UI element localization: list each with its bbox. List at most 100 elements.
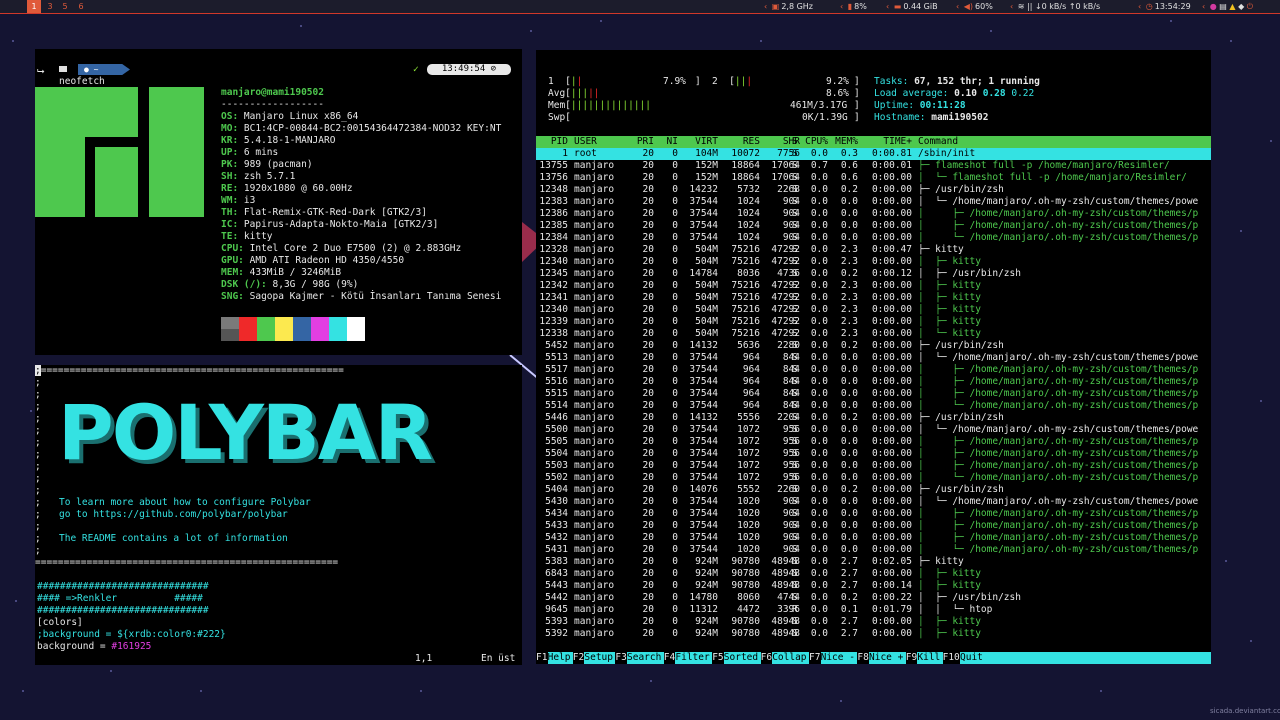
cell: 20 [642,460,654,471]
process-row[interactable]: 5392 manjaro 20 0 924M 90780 48948 S 0.0 2.7 0:00.… [536,628,1211,640]
process-row[interactable]: 5443 manjaro 20 0 924M 90780 48948 S 0.0 2.7 0:00.… [536,580,1211,592]
process-row[interactable]: 12348 manjaro 20 0 14232 5732 2268 S 0.0 0.2 0:00.… [536,184,1211,196]
fkey-nice-button[interactable]: Nice - [820,652,858,664]
column-header[interactable]: Command [918,136,1211,148]
process-row[interactable]: 9645 manjaro 20 0 11312 4472 3396 R 0.0 0.1 0:01.7… [536,604,1211,616]
process-row[interactable]: 5432 manjaro 20 0 37544 1020 904 S 0.0 0.0 0:00.00… [536,532,1211,544]
process-row[interactable]: 5514 manjaro 20 0 37544 964 844 S 0.0 0.0 0:00.00 │… [536,400,1211,412]
process-row[interactable]: 5500 manjaro 20 0 37544 1072 956 S 0.0 0.0 0:00.00… [536,424,1211,436]
process-row[interactable]: 5446 manjaro 20 0 14132 5556 2204 S 0.0 0.2 0:00.0… [536,412,1211,424]
process-row[interactable]: 1 root 20 0 104M 10072 7756 S 0.0 0.3 0:00.81/sbin… [536,148,1211,160]
fkey-help-button[interactable]: Help [547,652,573,664]
workspace-5[interactable]: 5 [58,0,72,13]
cell: manjaro [574,184,615,195]
cell: S [792,568,798,579]
cell: 14232 [689,184,718,195]
process-row[interactable]: 5503 manjaro 20 0 37544 1072 956 S 0.0 0.0 0:00.00… [536,460,1211,472]
column-header[interactable]: USER [574,136,624,148]
process-row[interactable]: 5504 manjaro 20 0 37544 1072 956 S 0.0 0.0 0:00.00… [536,448,1211,460]
cell: 75216 [731,244,760,255]
fkey-code[interactable]: F8 [857,652,869,664]
process-row[interactable]: 5516 manjaro 20 0 37544 964 844 S 0.0 0.0 0:00.00 │… [536,376,1211,388]
comment-marker: ; [35,473,41,484]
fkey-setup-button[interactable]: Setup [584,652,616,664]
process-row[interactable]: 5502 manjaro 20 0 37544 1072 956 S 0.0 0.0 0:00.00… [536,472,1211,484]
fkey-code[interactable]: F3 [615,652,627,664]
fkey-code[interactable]: F2 [572,652,585,664]
process-row[interactable]: 12340 manjaro 20 0 504M 75216 47292 S 0.0 2.3 0:00… [536,256,1211,268]
column-header[interactable]: RES [724,136,760,148]
memory-module: ‹ ▬ 0.44 GiB [886,2,938,11]
fkey-collap-button[interactable]: Collap [772,652,809,664]
fkey-code[interactable]: F4 [663,652,676,664]
vim-editor[interactable]: ;=======================================… [35,365,522,665]
process-row[interactable]: 12340 manjaro 20 0 504M 75216 47292 S 0.0 2.3 0:00… [536,304,1211,316]
process-row[interactable]: 5513 manjaro 20 0 37544 964 844 S 0.0 0.0 0:00.00 │… [536,352,1211,364]
process-row[interactable]: 5383 manjaro 20 0 924M 90780 48948 S 0.0 2.7 0:02.… [536,556,1211,568]
fkey-kill-button[interactable]: Kill [917,652,943,664]
column-header[interactable]: NI [664,136,678,148]
fkey-code[interactable]: F10 [942,652,960,664]
column-header[interactable]: PRI [630,136,654,148]
column-header[interactable]: S [792,136,800,148]
process-row[interactable]: 5404 manjaro 20 0 14076 5552 2260 S 0.0 0.2 0:00.0… [536,484,1211,496]
column-header[interactable]: TIME+ [862,136,912,148]
column-header[interactable]: CPU% [802,136,828,148]
trash-tray-icon[interactable]: ▤ [1219,2,1227,11]
shield-tray-icon[interactable]: ◆ [1238,2,1244,11]
process-row[interactable]: 12339 manjaro 20 0 504M 75216 47292 S 0.0 2.3 0:00… [536,316,1211,328]
system-tray[interactable]: ‹ ● ▤ ▲ ◆ ⏻ [1202,0,1277,13]
fkey-filter-button[interactable]: Filter [675,652,713,664]
process-row[interactable]: 12342 manjaro 20 0 504M 75216 47292 S 0.0 2.3 0:00… [536,280,1211,292]
process-row[interactable]: 5452 manjaro 20 0 14132 5636 2280 S 0.0 0.2 0:00.0… [536,340,1211,352]
fkey-code[interactable]: F5 [712,652,724,664]
volume-module[interactable]: ‹ ◀) 60% [956,0,993,13]
column-header[interactable]: VIRT [684,136,718,148]
warning-tray-icon[interactable]: ▲ [1229,2,1235,11]
fkey-code[interactable]: F9 [905,652,918,664]
process-row[interactable]: 5393 manjaro 20 0 924M 90780 48948 S 0.0 2.7 0:00.… [536,616,1211,628]
process-row[interactable]: 12383 manjaro 20 0 37544 1024 904 S 0.0 0.0 0:00.0… [536,196,1211,208]
cell: manjaro [574,556,615,567]
column-header[interactable]: PID [538,136,568,148]
fkey-quit-button[interactable]: Quit [960,652,1211,664]
column-header[interactable]: MEM% [832,136,858,148]
wifi-icon: ≋ [1017,2,1025,11]
fkey-search-button[interactable]: Search [627,652,664,664]
process-row[interactable]: 12341 manjaro 20 0 504M 75216 47292 S 0.0 2.3 0:00… [536,292,1211,304]
process-row[interactable]: 5442 manjaro 20 0 14780 8060 4744 S 0.0 0.2 0:00.2… [536,592,1211,604]
power-tray-icon[interactable]: ⏻ [1247,2,1253,11]
process-row[interactable]: 12338 manjaro 20 0 504M 75216 47292 S 0.0 2.3 0:00… [536,328,1211,340]
process-row[interactable]: 5434 manjaro 20 0 37544 1020 904 S 0.0 0.0 0:00.00… [536,508,1211,520]
fkey-code[interactable]: F6 [760,652,773,664]
app-tray-icon[interactable]: ● [1210,2,1217,11]
neofetch-terminal[interactable]: ⮡ ● ~ ✓ 13:49:54 ⊘ neofetch manjaro@mami… [35,49,522,355]
process-row[interactable]: 12328 manjaro 20 0 504M 75216 47292 S 0.0 2.3 0:00… [536,244,1211,256]
process-row[interactable]: 5433 manjaro 20 0 37544 1020 904 S 0.0 0.0 0:00.00… [536,520,1211,532]
process-row[interactable]: 5505 manjaro 20 0 37544 1072 956 S 0.0 0.0 0:00.00… [536,436,1211,448]
process-row[interactable]: 12385 manjaro 20 0 37544 1024 904 S 0.0 0.0 0:00.0… [536,220,1211,232]
process-row[interactable]: 12384 manjaro 20 0 37544 1024 904 S 0.0 0.0 0:00.0… [536,232,1211,244]
table-header[interactable]: PID USER PRI NI VIRT RES SHR S CPU% MEM% TIME+ Comm… [536,136,1211,148]
process-row[interactable]: 12345 manjaro 20 0 14784 8036 4736 S 0.0 0.2 0:00.… [536,268,1211,280]
process-row[interactable]: 5515 manjaro 20 0 37544 964 844 S 0.0 0.0 0:00.00 │… [536,388,1211,400]
process-row[interactable]: 5430 manjaro 20 0 37544 1020 904 S 0.0 0.0 0:00.00… [536,496,1211,508]
fkey-code[interactable]: F7 [809,652,821,664]
workspace-3[interactable]: 3 [43,0,57,13]
cell: 0.2 [840,340,858,351]
process-row[interactable]: 5517 manjaro 20 0 37544 964 844 S 0.0 0.0 0:00.00 │… [536,364,1211,376]
process-row[interactable]: 6843 manjaro 20 0 924M 90780 48948 S 0.0 2.7 0:00.… [536,568,1211,580]
htop-terminal[interactable]: 1 [|| 7.9% ] 2 [||| 9.2% ] Avg[||||| 8.6… [536,50,1211,664]
cell: 0.0 [810,496,828,507]
fkey-nice-button[interactable]: Nice + [869,652,906,664]
process-row[interactable]: 12386 manjaro 20 0 37544 1024 904 S 0.0 0.0 0:00.0… [536,208,1211,220]
fkey-sorted-button[interactable]: Sorted [723,652,761,664]
process-row[interactable]: 13756 manjaro 20 0 152M 18864 17064 S 0.0 0.6 0:00… [536,172,1211,184]
process-row[interactable]: 13755 manjaro 20 0 152M 18864 17064 S 0.7 0.6 0:00… [536,160,1211,172]
cell: manjaro [574,400,615,411]
workspace-1[interactable]: 1 [27,0,41,13]
workspace-6[interactable]: 6 [74,0,88,13]
process-row[interactable]: 5431 manjaro 20 0 37544 1020 904 S 0.0 0.0 0:00.00… [536,544,1211,556]
fkey-code[interactable]: F1 [536,652,548,664]
cell: manjaro [574,472,615,483]
